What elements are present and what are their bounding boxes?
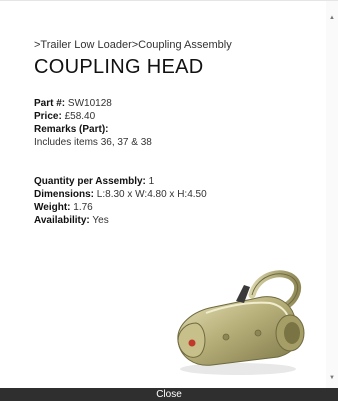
- quantity-value: 1: [148, 176, 155, 187]
- dimensions-label: Dimensions:: [34, 189, 95, 200]
- remarks-row: Remarks (Part):: [34, 123, 320, 136]
- breadcrumb[interactable]: >Trailer Low Loader>Coupling Assembly: [34, 38, 320, 52]
- part-info: Part #: SW10128 Price: £58.40 Remarks (P…: [34, 97, 320, 227]
- availability-value: Yes: [92, 215, 109, 226]
- coupling-head-image: [177, 270, 305, 375]
- part-number-label: Part #:: [34, 98, 66, 109]
- remarks-value-row: Includes items 36, 37 & 38: [34, 136, 320, 149]
- scroll-down-arrow-icon[interactable]: ▼: [329, 375, 335, 381]
- price-row: Price: £58.40: [34, 110, 320, 123]
- quantity-row: Quantity per Assembly: 1: [34, 175, 320, 188]
- remarks-label: Remarks (Part):: [34, 124, 109, 135]
- part-number-value: SW10128: [67, 98, 112, 109]
- vertical-scrollbar[interactable]: ▲ ▼: [326, 1, 338, 389]
- weight-row: Weight: 1.76: [34, 201, 320, 214]
- remarks-value: Includes items 36, 37 & 38: [34, 137, 152, 148]
- quantity-label: Quantity per Assembly:: [34, 176, 146, 187]
- price-label: Price:: [34, 111, 62, 122]
- part-details-popup: >Trailer Low Loader>Coupling Assembly CO…: [0, 0, 338, 401]
- weight-label: Weight:: [34, 202, 71, 213]
- availability-row: Availability: Yes: [34, 214, 320, 227]
- dimensions-value: L:8.30 x W:4.80 x H:4.50: [96, 189, 207, 200]
- price-value: £58.40: [64, 111, 96, 122]
- availability-label: Availability:: [34, 215, 90, 226]
- weight-value: 1.76: [73, 202, 93, 213]
- part-title: COUPLING HEAD: [34, 56, 204, 78]
- dimensions-row: Dimensions: L:8.30 x W:4.80 x H:4.50: [34, 188, 320, 201]
- part-details-content: >Trailer Low Loader>Coupling Assembly CO…: [34, 38, 320, 227]
- part-number-row: Part #: SW10128: [34, 97, 320, 110]
- scroll-up-arrow-icon[interactable]: ▲: [329, 15, 335, 21]
- close-button[interactable]: Close: [0, 388, 338, 401]
